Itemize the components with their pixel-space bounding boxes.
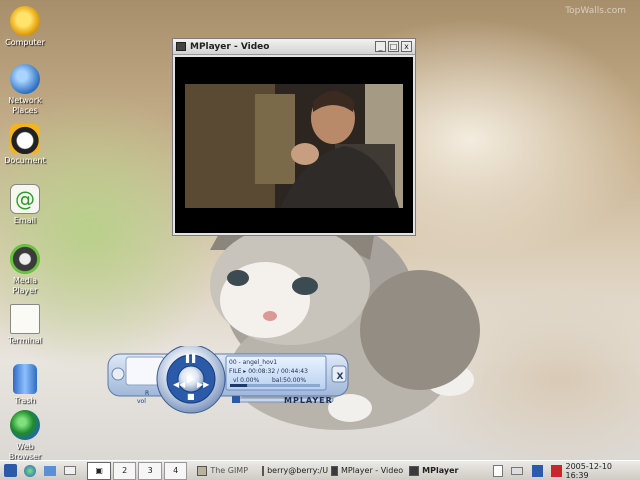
skin-stop-icon[interactable]: ■ <box>187 392 195 401</box>
clock[interactable]: 2005-12-10 16:39 <box>566 462 640 480</box>
window-title: MPlayer - Video <box>190 41 270 52</box>
progress-fill <box>230 384 248 387</box>
desktop-icon-network-places[interactable]: Network Places <box>0 64 53 116</box>
pager-window-icon: ▣ <box>95 465 103 475</box>
minimize-button[interactable]: _ <box>375 41 386 52</box>
skin-play-icon[interactable]: ▶ <box>184 374 198 388</box>
task-label: berry@berry:/UL <box>267 466 328 475</box>
trash-icon <box>13 364 37 394</box>
file-label: FILE <box>229 368 242 375</box>
desktop-icon-media-player[interactable]: Media Player <box>0 244 53 296</box>
terminal-icon <box>262 465 265 476</box>
pager-desktop-4[interactable]: 4 <box>163 461 188 480</box>
power-icon <box>551 464 563 477</box>
gimp-icon <box>197 465 208 476</box>
skin-next-icon[interactable]: ▶▶ <box>197 380 209 389</box>
desktop-icon-email[interactable]: @ Email <box>0 184 53 226</box>
desktop-icon-label: Computer <box>5 38 45 47</box>
video-area[interactable] <box>175 57 413 233</box>
taskbar: ▣ 2 3 4 The GIMP berry@berry:/UL MPlayer… <box>0 460 640 480</box>
task-mplayer-video[interactable]: MPlayer - Video <box>328 462 406 480</box>
quicklaunch-browser[interactable] <box>22 463 40 479</box>
desktop-icon-trash[interactable]: Trash <box>0 364 53 406</box>
network-icon <box>531 464 543 477</box>
quicklaunch-mail[interactable] <box>61 463 79 479</box>
task-label: MPlayer <box>422 466 459 475</box>
document-icon <box>10 124 40 154</box>
desktop-icon-terminal[interactable]: Terminal <box>0 304 53 346</box>
quicklaunch-home[interactable] <box>41 463 59 479</box>
pager-desktop-3[interactable]: 3 <box>138 461 162 480</box>
volume-readout: vl 0.00% <box>233 377 260 384</box>
close-button[interactable]: x <box>401 41 412 52</box>
computer-icon <box>10 6 40 36</box>
desktop-icon-label: Email <box>13 216 37 225</box>
desktop-icon-label: Web Browser <box>8 442 42 461</box>
desktop-icon-web-browser[interactable]: Web Browser <box>0 410 53 462</box>
tray-clipboard[interactable] <box>489 463 507 479</box>
web-browser-icon <box>10 410 40 440</box>
desktop-icon-label: Document <box>4 156 46 165</box>
maximize-button[interactable]: □ <box>388 41 399 52</box>
home-icon <box>44 465 57 476</box>
task-gimp[interactable]: The GIMP <box>194 462 259 480</box>
clipboard-icon <box>492 464 503 477</box>
task-label: MPlayer - Video <box>340 466 404 475</box>
desktop-icon-label: Trash <box>14 396 36 405</box>
task-label: The GIMP <box>210 466 249 475</box>
kmenu-button[interactable] <box>2 463 20 479</box>
kmenu-icon <box>4 464 18 477</box>
network-places-icon <box>10 64 40 94</box>
window-titlebar[interactable]: MPlayer - Video _ □ x <box>173 39 415 55</box>
mplayer-icon <box>330 465 338 476</box>
mplayer-icon <box>409 465 420 476</box>
terminal-icon <box>10 304 40 334</box>
desktop-icon-document[interactable]: Document <box>0 124 53 166</box>
email-icon: @ <box>10 184 40 214</box>
video-frame <box>185 84 403 208</box>
balance-readout: bal:50.00% <box>272 377 307 384</box>
time-value: 00:08:32 / 00:44:43 <box>248 368 308 375</box>
keyboard-icon <box>511 466 524 475</box>
tray-keyboard[interactable] <box>509 463 527 479</box>
desktop-icon-computer[interactable]: Computer <box>0 6 53 48</box>
desktop-icon-label: Media Player <box>12 276 38 295</box>
skin-r-label: R <box>145 390 150 397</box>
pager-desktop-1[interactable]: ▣ <box>87 461 111 480</box>
desktop-icon-label: Network Places <box>8 96 42 115</box>
skin-vol-label: vol <box>137 398 146 405</box>
time-readout: FILE ▸ 00:08:32 / 00:44:43 <box>229 368 308 375</box>
tray-network[interactable] <box>528 463 546 479</box>
mplayer-brand: MPLAYER <box>284 396 333 405</box>
track-title: 00 - angel_hov1 <box>229 359 278 366</box>
wallpaper-watermark: TopWalls.com <box>565 6 626 16</box>
skin-prev-icon[interactable]: ◀◀ <box>173 380 185 389</box>
media-player-icon <box>10 244 40 274</box>
skin-close-button[interactable]: X <box>335 372 345 382</box>
pager-desktop-2[interactable]: 2 <box>112 461 137 480</box>
window-menu-icon[interactable] <box>176 42 186 51</box>
desktop-icon-label: Terminal <box>8 336 42 345</box>
mail-icon <box>63 466 76 475</box>
task-mplayer[interactable]: MPlayer <box>406 462 465 480</box>
globe-icon <box>24 464 37 477</box>
skin-pause-icon[interactable]: ▌▌ <box>186 354 198 363</box>
task-terminal[interactable]: berry@berry:/UL <box>259 462 328 480</box>
mplayer-video-window[interactable]: MPlayer - Video _ □ x <box>172 38 416 236</box>
tray-power[interactable] <box>548 463 566 479</box>
